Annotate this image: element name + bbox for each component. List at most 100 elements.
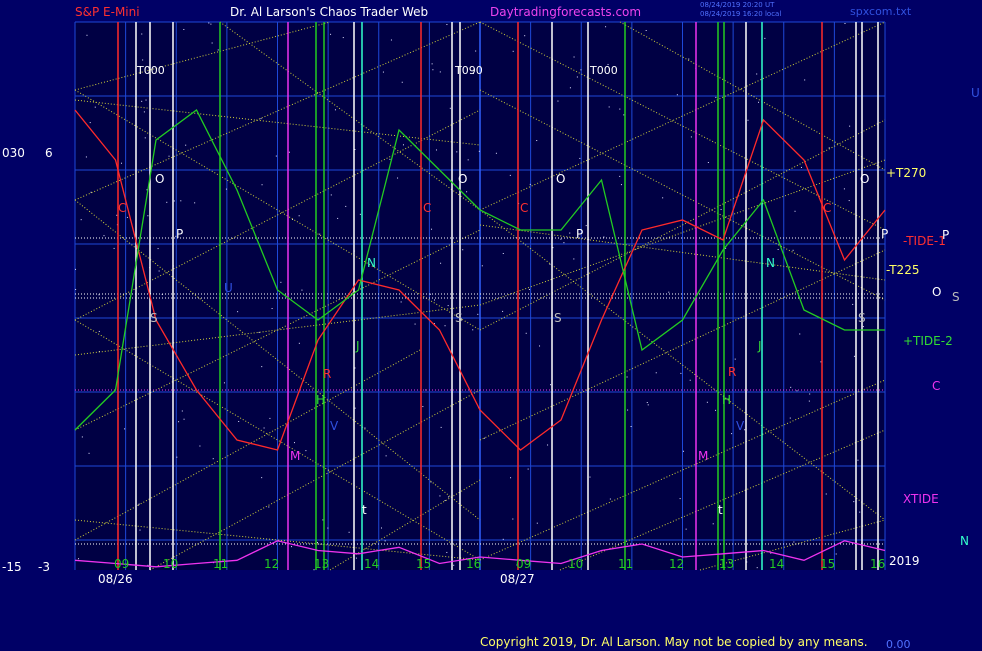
star [261,366,263,368]
site-link[interactable]: Daytradingforecasts.com [490,5,641,19]
right-label-s: S [952,290,960,304]
star [88,452,90,454]
hour-tick-7: 16 [466,557,481,571]
star [400,301,402,303]
star [389,158,391,160]
star [550,384,552,386]
right-label-xtide: XTIDE [903,492,939,506]
star [401,81,403,83]
event-letter-12: C [423,201,431,215]
star [126,216,128,218]
star [707,162,709,164]
star [444,325,446,327]
marker-t000-day2: T000 [590,64,618,77]
star [268,506,270,508]
star [432,69,434,71]
star [185,144,187,146]
right-label-tide1: -TIDE-1 [903,234,946,248]
star [446,551,448,553]
event-letter-9: N [367,256,376,270]
star [440,262,442,264]
star [141,100,143,102]
star [301,289,303,291]
event-letter-2: S [150,311,158,325]
star [679,498,681,500]
star [263,427,265,429]
event-letter-13: O [458,172,467,186]
star [298,215,300,217]
star [449,107,451,109]
star [731,433,733,435]
star [605,26,607,28]
star [472,329,474,331]
star [269,541,271,543]
star [626,376,628,378]
star [573,56,575,58]
star [75,288,77,290]
star [212,458,214,460]
star [293,442,295,444]
star [569,232,571,234]
star [804,79,806,81]
star [75,268,77,270]
hour-tick-3: 12 [264,557,279,571]
star [799,333,801,335]
star [796,390,798,392]
star [502,310,504,312]
star [676,94,678,96]
star [680,372,682,374]
event-letter-24: J [757,339,762,353]
star [747,119,749,121]
star [89,122,91,124]
star [319,233,321,235]
star [690,136,692,138]
star [180,200,182,202]
star [444,500,446,502]
event-letter-11: t [362,503,367,517]
star [569,87,571,89]
star [322,519,324,521]
star [86,34,88,36]
star [825,493,827,495]
symbol-label: S&P E-Mini [75,5,140,19]
star [848,200,850,202]
star [790,386,792,388]
star [330,33,332,35]
star [619,108,621,110]
star [849,125,851,127]
star [355,557,357,559]
event-letter-8: V [330,419,339,433]
star [853,355,855,357]
star [525,332,527,334]
star [194,202,196,204]
star [168,155,170,157]
star [85,156,87,158]
star [81,436,83,438]
star [291,546,293,548]
star [434,299,435,301]
star [145,99,147,101]
star [103,235,105,237]
event-letter-19: M [698,449,708,463]
star [447,496,449,498]
star [78,558,80,560]
star [208,22,210,24]
star [124,428,126,430]
hour-tick-6: 15 [416,557,431,571]
star [528,289,530,291]
star [646,402,648,404]
star [758,101,760,103]
star [620,184,622,186]
star [397,177,399,179]
star [456,151,458,153]
star [509,174,511,176]
star [260,118,262,120]
star [359,213,361,215]
hour-tick-11: 12 [669,557,684,571]
star [261,477,263,479]
hour-tick-14: 15 [820,557,835,571]
star [764,37,766,39]
star [181,410,183,412]
event-letter-7: H [316,393,325,407]
star [619,175,621,177]
